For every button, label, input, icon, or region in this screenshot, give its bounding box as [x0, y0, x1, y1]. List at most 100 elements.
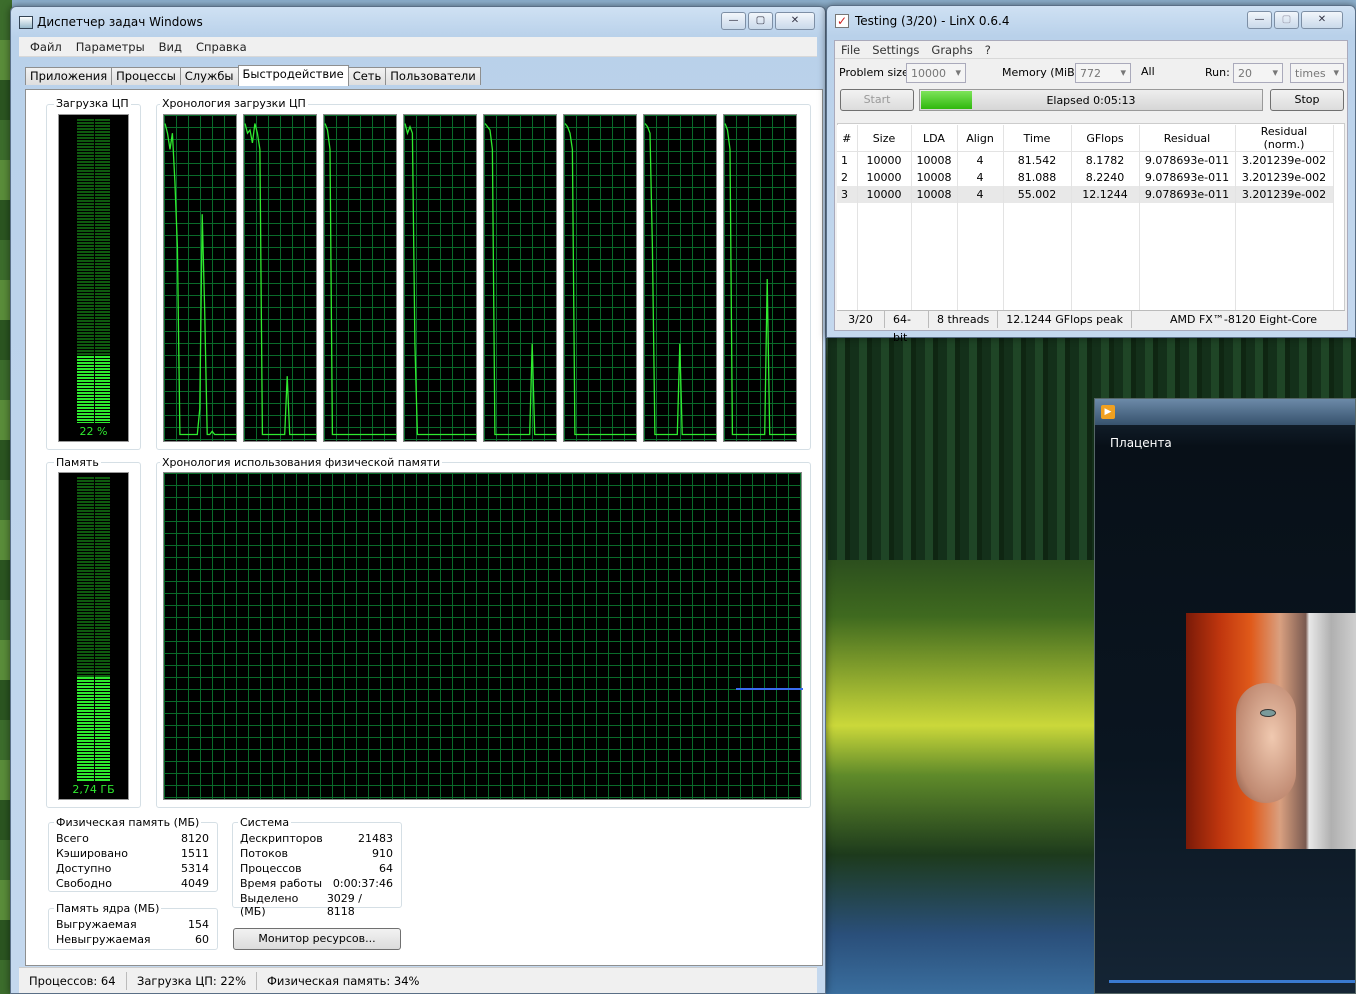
- tab-network[interactable]: Сеть: [347, 67, 387, 85]
- empty-cell: [1071, 202, 1140, 220]
- menu-view[interactable]: Вид: [152, 40, 189, 54]
- run-unit-combo[interactable]: times: [1290, 63, 1344, 83]
- menu-options[interactable]: Параметры: [69, 40, 152, 54]
- stat-name: Выгружаемая: [56, 918, 137, 931]
- cpu-core-graph: [243, 114, 317, 442]
- results-body: 1 10000 10008 4 81.542 8.1782 9.078693e-011 3.2…: [837, 151, 1334, 322]
- memory-history-label: Хронология использования физической памя…: [160, 456, 443, 469]
- empty-cell: [1139, 253, 1236, 271]
- empty-cell: [1071, 270, 1140, 288]
- empty-cell: [1003, 253, 1072, 271]
- column-header[interactable]: Size: [857, 125, 912, 152]
- start-button[interactable]: Start: [840, 89, 914, 111]
- stat-row: Свободно 4049: [56, 877, 209, 890]
- linx-close-button[interactable]: ✕: [1301, 11, 1343, 29]
- empty-cell: [1003, 219, 1072, 237]
- linx-minimize-button[interactable]: —: [1247, 11, 1272, 29]
- result-row[interactable]: 3 10000 10008 4 55.002 12.1244 9.078693e-011 3.…: [837, 185, 1334, 203]
- cpu-core-graph: [723, 114, 797, 442]
- status-memory: Физическая память: 34%: [267, 973, 420, 988]
- resource-monitor-button[interactable]: Монитор ресурсов...: [233, 928, 401, 950]
- close-button[interactable]: ✕: [775, 12, 815, 30]
- empty-cell: [1003, 270, 1072, 288]
- cpu-core-line: [564, 123, 637, 436]
- linx-menu-help[interactable]: ?: [979, 43, 997, 57]
- minimize-button[interactable]: —: [721, 12, 746, 30]
- window-title: Диспетчер задач Windows: [37, 15, 203, 29]
- linx-title: Testing (3/20) - LinX 0.6.4: [855, 14, 1010, 28]
- empty-cell: [857, 236, 912, 254]
- column-header[interactable]: LDA: [911, 125, 958, 152]
- cpu-core-graph: [643, 114, 717, 442]
- problem-size-label: Problem size:: [839, 66, 913, 79]
- media-title: Плацента: [1110, 436, 1172, 450]
- cpu-core-line: [724, 123, 797, 436]
- stat-name: Потоков: [240, 847, 288, 860]
- memory-mib-combo[interactable]: 772: [1075, 63, 1131, 83]
- cpu-meter-fill: [77, 355, 110, 424]
- media-seek-bar[interactable]: [1109, 980, 1355, 983]
- column-header[interactable]: Time: [1003, 125, 1072, 152]
- result-row[interactable]: 2 10000 10008 4 81.088 8.2240 9.078693e-011 3.2…: [837, 168, 1334, 186]
- linx-titlebar[interactable]: ✓ Testing (3/20) - LinX 0.6.4 — ▢ ✕: [827, 6, 1355, 36]
- linx-menu-file[interactable]: File: [835, 43, 866, 57]
- stat-row: Кэшировано 1511: [56, 847, 209, 860]
- cpu-core-graph: [563, 114, 637, 442]
- cpu-core-graph: [163, 114, 237, 442]
- empty-cell: [1235, 287, 1334, 305]
- performance-panel: Загрузка ЦП 22 % Хронология загрузки ЦП …: [25, 89, 823, 966]
- tab-services[interactable]: Службы: [179, 67, 239, 85]
- column-header[interactable]: #: [837, 125, 858, 152]
- empty-cell: [837, 236, 858, 254]
- linx-check-icon: ✓: [835, 14, 849, 28]
- task-manager-window: Диспетчер задач Windows — ▢ ✕ Файл Парам…: [10, 6, 826, 994]
- result-cell: 1: [837, 151, 858, 169]
- cpu-core-line: [324, 123, 397, 436]
- empty-cell: [857, 219, 912, 237]
- empty-row: [837, 202, 1334, 220]
- empty-cell: [857, 202, 912, 220]
- all-option[interactable]: All: [1141, 65, 1155, 78]
- tab-users[interactable]: Пользователи: [385, 67, 481, 85]
- menu-bar: Файл Параметры Вид Справка: [19, 37, 817, 57]
- tab-processes[interactable]: Процессы: [111, 67, 181, 85]
- maximize-button[interactable]: ▢: [748, 12, 773, 30]
- stat-row: Невыгружаемая 60: [56, 933, 209, 946]
- column-header[interactable]: Residual: [1139, 125, 1236, 152]
- stat-value: 3029 / 8118: [326, 892, 363, 918]
- empty-cell: [1139, 219, 1236, 237]
- memory-meter-fill: [77, 676, 110, 782]
- column-header[interactable]: Align: [957, 125, 1004, 152]
- menu-help[interactable]: Справка: [189, 40, 254, 54]
- run-count-combo[interactable]: 20: [1233, 63, 1283, 83]
- stat-row: Время работы 0:00:37:46: [240, 877, 393, 890]
- stat-value: 910: [372, 847, 393, 860]
- menu-file[interactable]: Файл: [23, 40, 69, 54]
- cpu-core-graph: [483, 114, 557, 442]
- result-row[interactable]: 1 10000 10008 4 81.542 8.1782 9.078693e-011 3.2…: [837, 151, 1334, 169]
- cpu-usage-meter: 22 %: [58, 114, 129, 442]
- tab-performance[interactable]: Быстродействие: [237, 65, 349, 86]
- result-cell: 12.1244: [1071, 185, 1140, 203]
- stat-name: Невыгружаемая: [56, 933, 151, 946]
- cpu-core-line: [484, 123, 557, 436]
- tab-applications[interactable]: Приложения: [25, 67, 113, 85]
- column-header[interactable]: Residual (norm.): [1235, 125, 1334, 152]
- problem-size-combo[interactable]: 10000: [906, 63, 966, 83]
- linx-menu-graphs[interactable]: Graphs: [925, 43, 978, 57]
- empty-row: [837, 270, 1334, 288]
- empty-cell: [911, 287, 958, 305]
- linx-menu-settings[interactable]: Settings: [866, 43, 925, 57]
- empty-cell: [957, 219, 1004, 237]
- result-cell: 81.542: [1003, 151, 1072, 169]
- empty-row: [837, 236, 1334, 254]
- stop-button[interactable]: Stop: [1270, 89, 1344, 111]
- linx-maximize-button[interactable]: ▢: [1274, 11, 1299, 29]
- task-manager-titlebar[interactable]: Диспетчер задач Windows — ▢ ✕: [11, 7, 825, 37]
- media-window: ▶ Плацента: [1094, 398, 1356, 994]
- empty-cell: [857, 287, 912, 305]
- media-titlebar[interactable]: ▶: [1095, 399, 1355, 425]
- cpu-core-graph: [323, 114, 397, 442]
- result-cell: 55.002: [1003, 185, 1072, 203]
- column-header[interactable]: GFlops: [1071, 125, 1140, 152]
